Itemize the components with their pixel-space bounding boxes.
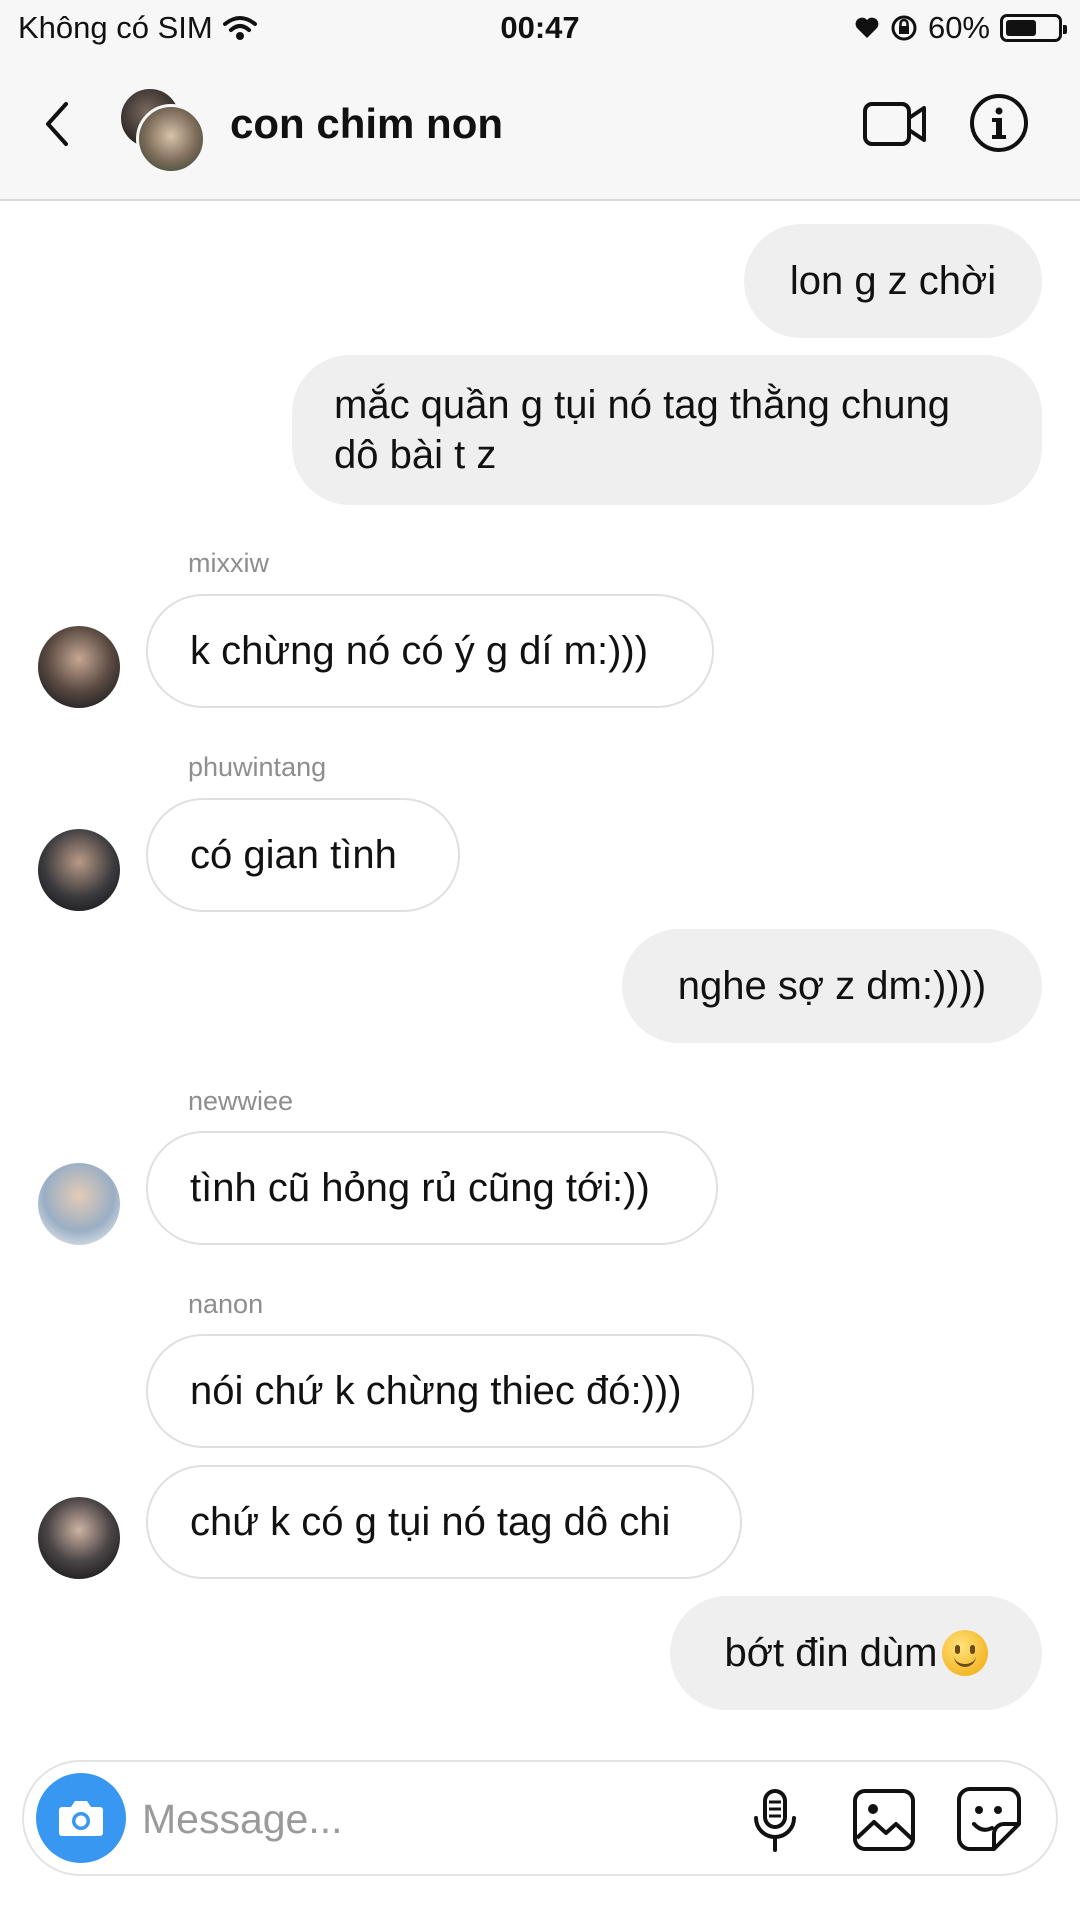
message-bubble-outgoing[interactable]: mắc quần g tụi nó tag thằng chung dô bài… bbox=[292, 355, 1042, 505]
message-bubble-outgoing[interactable]: bớt đin dùm bbox=[670, 1596, 1042, 1710]
message-bubble-incoming[interactable]: tình cũ hỏng rủ cũng tới:)) bbox=[146, 1131, 718, 1245]
status-bar: Không có SIM 00:47 60% bbox=[0, 0, 1080, 56]
status-right: 60% bbox=[854, 10, 1067, 46]
message-input[interactable] bbox=[142, 1792, 602, 1846]
message-text: lon g z chời bbox=[789, 259, 997, 303]
battery-icon bbox=[1000, 14, 1067, 42]
chat-header: con chim non bbox=[0, 56, 1080, 201]
sticker-icon[interactable] bbox=[956, 1786, 1022, 1852]
message-bubble-incoming[interactable]: chứ k có g tụi nó tag dô chi bbox=[146, 1465, 742, 1579]
message-text: nói chứ k chừng thiec đó:))) bbox=[190, 1369, 682, 1413]
sender-name: nanon bbox=[188, 1289, 264, 1319]
sender-name: newwiee bbox=[188, 1086, 294, 1116]
message-bubble-incoming[interactable]: có gian tình bbox=[146, 798, 460, 912]
avatar[interactable] bbox=[38, 1163, 120, 1245]
message-text: có gian tình bbox=[190, 833, 397, 877]
message-text: nghe sợ z dm:)))) bbox=[677, 964, 987, 1008]
sender-name: mixxiw bbox=[188, 548, 269, 578]
info-icon[interactable] bbox=[968, 92, 1030, 154]
message-text-line: dô bài t z bbox=[334, 433, 497, 477]
chat-title[interactable]: con chim non bbox=[230, 100, 503, 148]
message-list[interactable]: lon g z chời mắc quần g tụi nó tag thằng… bbox=[0, 201, 1080, 1751]
message-composer bbox=[22, 1760, 1058, 1876]
message-text: k chừng nó có ý g dí m:))) bbox=[190, 629, 649, 673]
avatar[interactable] bbox=[38, 626, 120, 708]
smiling-face-emoji-icon bbox=[941, 1630, 988, 1676]
message-bubble-incoming[interactable]: k chừng nó có ý g dí m:))) bbox=[146, 594, 714, 708]
message-bubble-outgoing[interactable]: nghe sợ z dm:)))) bbox=[622, 929, 1042, 1043]
battery-percent: 60% bbox=[927, 10, 990, 45]
camera-icon bbox=[59, 1801, 103, 1836]
video-call-icon[interactable] bbox=[862, 98, 928, 150]
message-text-line: mắc quần g tụi nó tag thằng chung bbox=[334, 383, 951, 427]
rotation-lock-icon bbox=[891, 15, 917, 41]
avatar[interactable] bbox=[38, 829, 120, 911]
avatar bbox=[136, 104, 206, 174]
heart-icon bbox=[855, 17, 879, 38]
message-text: bớt đin dùm bbox=[724, 1631, 938, 1675]
avatar[interactable] bbox=[38, 1497, 120, 1579]
camera-button[interactable] bbox=[36, 1773, 126, 1863]
battery-fill bbox=[1006, 20, 1036, 36]
message-bubble-incoming[interactable]: nói chứ k chừng thiec đó:))) bbox=[146, 1334, 754, 1448]
sender-name: phuwintang bbox=[188, 752, 327, 782]
back-icon[interactable] bbox=[36, 94, 80, 154]
gallery-icon[interactable] bbox=[852, 1788, 916, 1852]
group-avatar[interactable] bbox=[118, 86, 208, 176]
message-bubble-outgoing[interactable]: lon g z chời bbox=[744, 224, 1042, 338]
mic-icon[interactable] bbox=[750, 1788, 800, 1854]
message-text: chứ k có g tụi nó tag dô chi bbox=[190, 1500, 671, 1544]
message-text: tình cũ hỏng rủ cũng tới:)) bbox=[190, 1166, 650, 1210]
